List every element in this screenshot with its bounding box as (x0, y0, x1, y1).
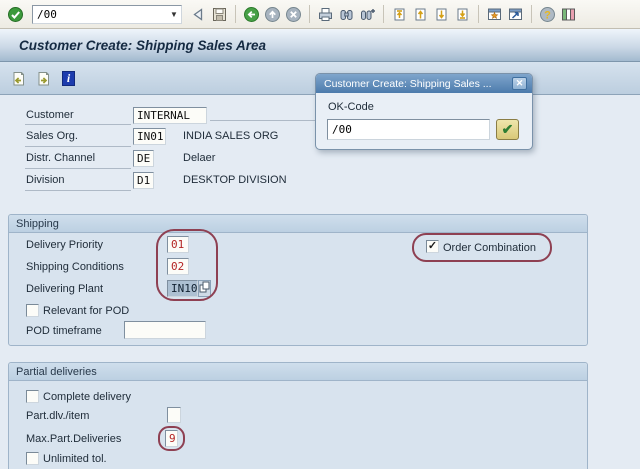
ok-code-input[interactable] (327, 119, 490, 140)
find-next-icon[interactable] (359, 6, 376, 23)
max-part-deliveries-label: Max.Part.Deliveries (26, 433, 122, 445)
create-shortcut-icon[interactable] (507, 6, 524, 23)
pod-timeframe-label: POD timeframe (26, 325, 102, 337)
sales-org-field[interactable]: IN01 (133, 128, 166, 145)
partial-deliveries-groupbox-header: Partial deliveries (9, 363, 587, 381)
previous-page-icon[interactable] (412, 6, 429, 23)
page-title: Customer Create: Shipping Sales Area (19, 37, 267, 53)
customer-field[interactable]: INTERNAL (133, 107, 207, 124)
system-toolbar: ▼ (0, 0, 640, 29)
delivering-plant-field[interactable]: IN10 (167, 280, 198, 297)
division-desc: DESKTOP DIVISION (183, 174, 287, 186)
complete-delivery-checkbox[interactable] (26, 390, 39, 403)
close-icon[interactable]: ✕ (512, 77, 527, 90)
help-icon[interactable]: ? (539, 6, 556, 23)
partial-deliveries-groupbox-title: Partial deliveries (16, 365, 97, 378)
row-underline (25, 146, 131, 147)
information-icon[interactable]: i (60, 70, 77, 87)
max-part-deliveries-field[interactable]: 9 (165, 430, 178, 447)
unlimited-tol-checkbox[interactable] (26, 452, 39, 465)
save-icon[interactable] (211, 6, 228, 23)
customize-layout-icon[interactable] (560, 6, 577, 23)
back-triangle-icon[interactable] (190, 6, 207, 23)
delivering-plant-label: Delivering Plant (26, 283, 104, 295)
command-input[interactable] (33, 7, 167, 21)
customer-label: Customer (26, 109, 74, 121)
toolbar-separator (383, 5, 384, 23)
distr-channel-field[interactable]: DE (133, 150, 154, 167)
back-icon[interactable] (243, 6, 260, 23)
sap-window: ▼ (0, 0, 640, 469)
toolbar-separator (478, 5, 479, 23)
previous-screen-icon[interactable] (10, 70, 27, 87)
ok-code-dialog: Customer Create: Shipping Sales ... ✕ OK… (315, 73, 533, 150)
shipping-conditions-field[interactable]: 02 (167, 258, 189, 275)
shipping-groupbox-header: Shipping (9, 215, 587, 233)
sales-org-label: Sales Org. (26, 130, 78, 142)
unlimited-tol-label: Unlimited tol. (43, 453, 107, 465)
cancel-icon[interactable] (285, 6, 302, 23)
pod-timeframe-field[interactable] (124, 321, 206, 339)
delivery-priority-label: Delivery Priority (26, 239, 104, 251)
new-session-icon[interactable] (486, 6, 503, 23)
delivery-priority-field[interactable]: 01 (167, 236, 189, 253)
svg-text:?: ? (544, 9, 551, 21)
dialog-title-bar[interactable]: Customer Create: Shipping Sales ... ✕ (316, 74, 532, 93)
command-field[interactable]: ▼ (32, 4, 182, 24)
row-underline (25, 190, 131, 191)
toolbar-separator (235, 5, 236, 23)
row-underline (210, 120, 315, 121)
row-underline (25, 168, 131, 169)
ok-code-label: OK-Code (328, 101, 374, 113)
sales-org-desc: INDIA SALES ORG (183, 130, 279, 142)
complete-delivery-label: Complete delivery (43, 391, 132, 403)
dialog-title: Customer Create: Shipping Sales ... (324, 77, 492, 90)
enter-icon[interactable] (7, 6, 24, 23)
order-combination-checkbox[interactable]: ✓ (426, 240, 439, 253)
part-dlv-item-field[interactable] (167, 407, 181, 423)
confirm-button[interactable]: ✔ (496, 119, 519, 140)
toolbar-separator (531, 5, 532, 23)
screen-title-bar: Customer Create: Shipping Sales Area (0, 29, 640, 62)
last-page-icon[interactable] (454, 6, 471, 23)
print-icon[interactable] (317, 6, 334, 23)
part-dlv-item-label: Part.dlv./item (26, 410, 90, 422)
first-page-icon[interactable] (391, 6, 408, 23)
distr-channel-label: Distr. Channel (26, 152, 96, 164)
toolbar-separator (309, 5, 310, 23)
division-label: Division (26, 174, 65, 186)
next-screen-icon[interactable] (35, 70, 52, 87)
next-page-icon[interactable] (433, 6, 450, 23)
relevant-for-pod-label: Relevant for POD (43, 305, 130, 317)
matchcode-icon[interactable] (198, 280, 211, 297)
division-field[interactable]: D1 (133, 172, 154, 189)
chevron-down-icon[interactable]: ▼ (167, 10, 181, 19)
shipping-groupbox-title: Shipping (16, 217, 59, 230)
exit-icon[interactable] (264, 6, 281, 23)
distr-channel-desc: Delaer (183, 152, 216, 164)
shipping-conditions-label: Shipping Conditions (26, 261, 124, 273)
find-icon[interactable] (338, 6, 355, 23)
row-underline (25, 124, 131, 125)
relevant-for-pod-checkbox[interactable] (26, 304, 39, 317)
order-combination-label: Order Combination (443, 242, 536, 254)
